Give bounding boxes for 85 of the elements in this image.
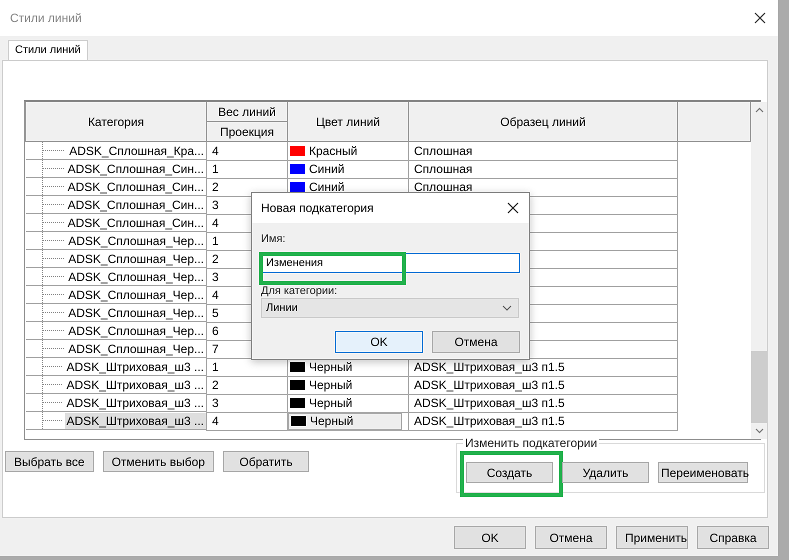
button[interactable]: Отменить выбор bbox=[102, 451, 214, 472]
category-cell[interactable]: ADSK_Сплошная_Чер... bbox=[66, 268, 206, 284]
dialog-title: Новая подкатегория bbox=[261, 201, 374, 215]
category-cell[interactable]: ADSK_Сплошная_Син... bbox=[66, 214, 206, 230]
pattern-cell[interactable]: Сплошная bbox=[409, 162, 472, 176]
category-cell[interactable]: ADSK_Штриховая_ш3 ... bbox=[64, 358, 206, 374]
pattern-cell[interactable]: ADSK_Штриховая_ш3 п1.5 bbox=[409, 378, 565, 392]
category-cell[interactable]: ADSK_Сплошная_Чер... bbox=[66, 232, 206, 248]
pattern-cell[interactable]: Сплошная bbox=[409, 144, 472, 158]
weight-cell[interactable]: 4 bbox=[207, 288, 219, 302]
weight-cell[interactable]: 4 bbox=[207, 144, 219, 158]
category-cell[interactable]: ADSK_Штриховая_ш3 ... bbox=[64, 412, 206, 428]
color-name: Синий bbox=[309, 162, 344, 176]
pattern-cell[interactable]: ADSK_Штриховая_ш3 п1.5 bbox=[409, 414, 565, 428]
button[interactable]: Выбрать все bbox=[5, 451, 94, 472]
color-cell[interactable]: Синий bbox=[288, 161, 344, 176]
weight-cell[interactable]: 2 bbox=[207, 378, 219, 392]
scroll-down-icon[interactable] bbox=[754, 428, 764, 434]
weight-cell[interactable]: 3 bbox=[207, 198, 219, 212]
pattern-cell[interactable]: ADSK_Штриховая_ш3 п1.5 bbox=[409, 396, 565, 410]
color-name: Красный bbox=[309, 144, 358, 158]
button[interactable]: Отмена bbox=[535, 526, 607, 549]
button[interactable]: Создать bbox=[466, 462, 553, 483]
category-cell[interactable]: ADSK_Сплошная_Син... bbox=[66, 178, 206, 194]
group-title: Изменить подкатегории bbox=[463, 436, 600, 450]
category-cell[interactable]: ADSK_Сплошная_Син... bbox=[66, 196, 206, 212]
button[interactable]: Справка bbox=[697, 526, 769, 549]
color-name: Черный bbox=[309, 378, 352, 392]
weight-cell[interactable]: 1 bbox=[207, 234, 219, 248]
category-cell[interactable]: ADSK_Сплошная_Чер... bbox=[66, 304, 206, 320]
color-name: Черный bbox=[309, 360, 352, 374]
color-cell[interactable]: Черный bbox=[288, 412, 402, 430]
chevron-down-icon[interactable] bbox=[502, 305, 512, 311]
color-name: Черный bbox=[310, 414, 354, 428]
scrollbar[interactable] bbox=[751, 102, 767, 439]
weight-cell[interactable]: 2 bbox=[207, 252, 219, 266]
weight-cell[interactable]: 3 bbox=[207, 270, 219, 284]
weight-cell[interactable]: 1 bbox=[207, 360, 219, 374]
weight-cell[interactable]: 1 bbox=[207, 162, 219, 176]
dropdown[interactable]: Линии bbox=[261, 298, 519, 318]
weight-cell[interactable]: 2 bbox=[207, 180, 219, 194]
category-cell[interactable]: ADSK_Штриховая_ш3 ... bbox=[64, 376, 206, 392]
color-name: Синий bbox=[309, 180, 344, 194]
color-cell[interactable]: Черный bbox=[288, 395, 352, 410]
field-label: Имя: bbox=[261, 233, 286, 245]
weight-cell[interactable]: 4 bbox=[207, 216, 219, 230]
weight-cell[interactable]: 4 bbox=[207, 414, 219, 428]
color-cell[interactable]: Красный bbox=[288, 143, 358, 158]
column-header[interactable]: Цвет линий bbox=[288, 102, 408, 142]
button[interactable]: Удалить bbox=[562, 462, 649, 483]
color-cell[interactable]: Черный bbox=[288, 359, 352, 374]
weight-cell[interactable]: 3 bbox=[207, 396, 219, 410]
category-cell[interactable]: ADSK_Сплошная_Чер... bbox=[66, 340, 206, 356]
color-cell[interactable]: Черный bbox=[288, 377, 352, 392]
column-header[interactable]: Проекция bbox=[206, 122, 288, 142]
column-header[interactable]: Категория bbox=[26, 102, 206, 142]
color-name: Черный bbox=[309, 396, 352, 410]
scroll-thumb[interactable] bbox=[751, 351, 767, 423]
category-cell[interactable]: ADSK_Сплошная_Син... bbox=[66, 160, 206, 176]
button[interactable]: OK bbox=[335, 331, 423, 353]
button[interactable]: Отмена bbox=[432, 331, 520, 353]
category-cell[interactable]: ADSK_Сплошная_Чер... bbox=[66, 286, 206, 302]
weight-cell[interactable]: 6 bbox=[207, 324, 219, 338]
color-cell[interactable]: Синий bbox=[288, 179, 344, 194]
field-label: Для категории: bbox=[261, 285, 338, 297]
pattern-cell[interactable]: Сплошная bbox=[409, 180, 472, 194]
category-cell[interactable]: ADSK_Сплошная_Кра... bbox=[67, 142, 206, 158]
tab[interactable]: Стили линий bbox=[8, 40, 88, 60]
button[interactable]: Обратить bbox=[222, 451, 309, 472]
column-header[interactable]: Образец линий bbox=[408, 102, 678, 142]
button[interactable]: OK bbox=[454, 526, 526, 549]
weight-cell[interactable]: 5 bbox=[207, 306, 219, 320]
input-field[interactable]: Изменения bbox=[261, 253, 520, 273]
button[interactable]: Применить bbox=[616, 526, 688, 549]
category-cell[interactable]: ADSK_Штриховая_ш3 ... bbox=[64, 394, 206, 410]
pattern-cell[interactable]: ADSK_Штриховая_ш3 п1.5 bbox=[409, 360, 565, 374]
weight-cell[interactable]: 7 bbox=[207, 342, 219, 356]
button[interactable]: Переименовать bbox=[658, 462, 748, 483]
window-title: Стили линий bbox=[10, 11, 82, 25]
category-cell[interactable]: ADSK_Сплошная_Чер... bbox=[66, 250, 206, 266]
close-icon[interactable] bbox=[507, 202, 519, 214]
scroll-up-icon[interactable] bbox=[754, 107, 764, 113]
column-header[interactable]: Вес линий bbox=[206, 102, 288, 122]
close-icon[interactable] bbox=[754, 12, 766, 24]
category-cell[interactable]: ADSK_Сплошная_Чер... bbox=[66, 322, 206, 338]
